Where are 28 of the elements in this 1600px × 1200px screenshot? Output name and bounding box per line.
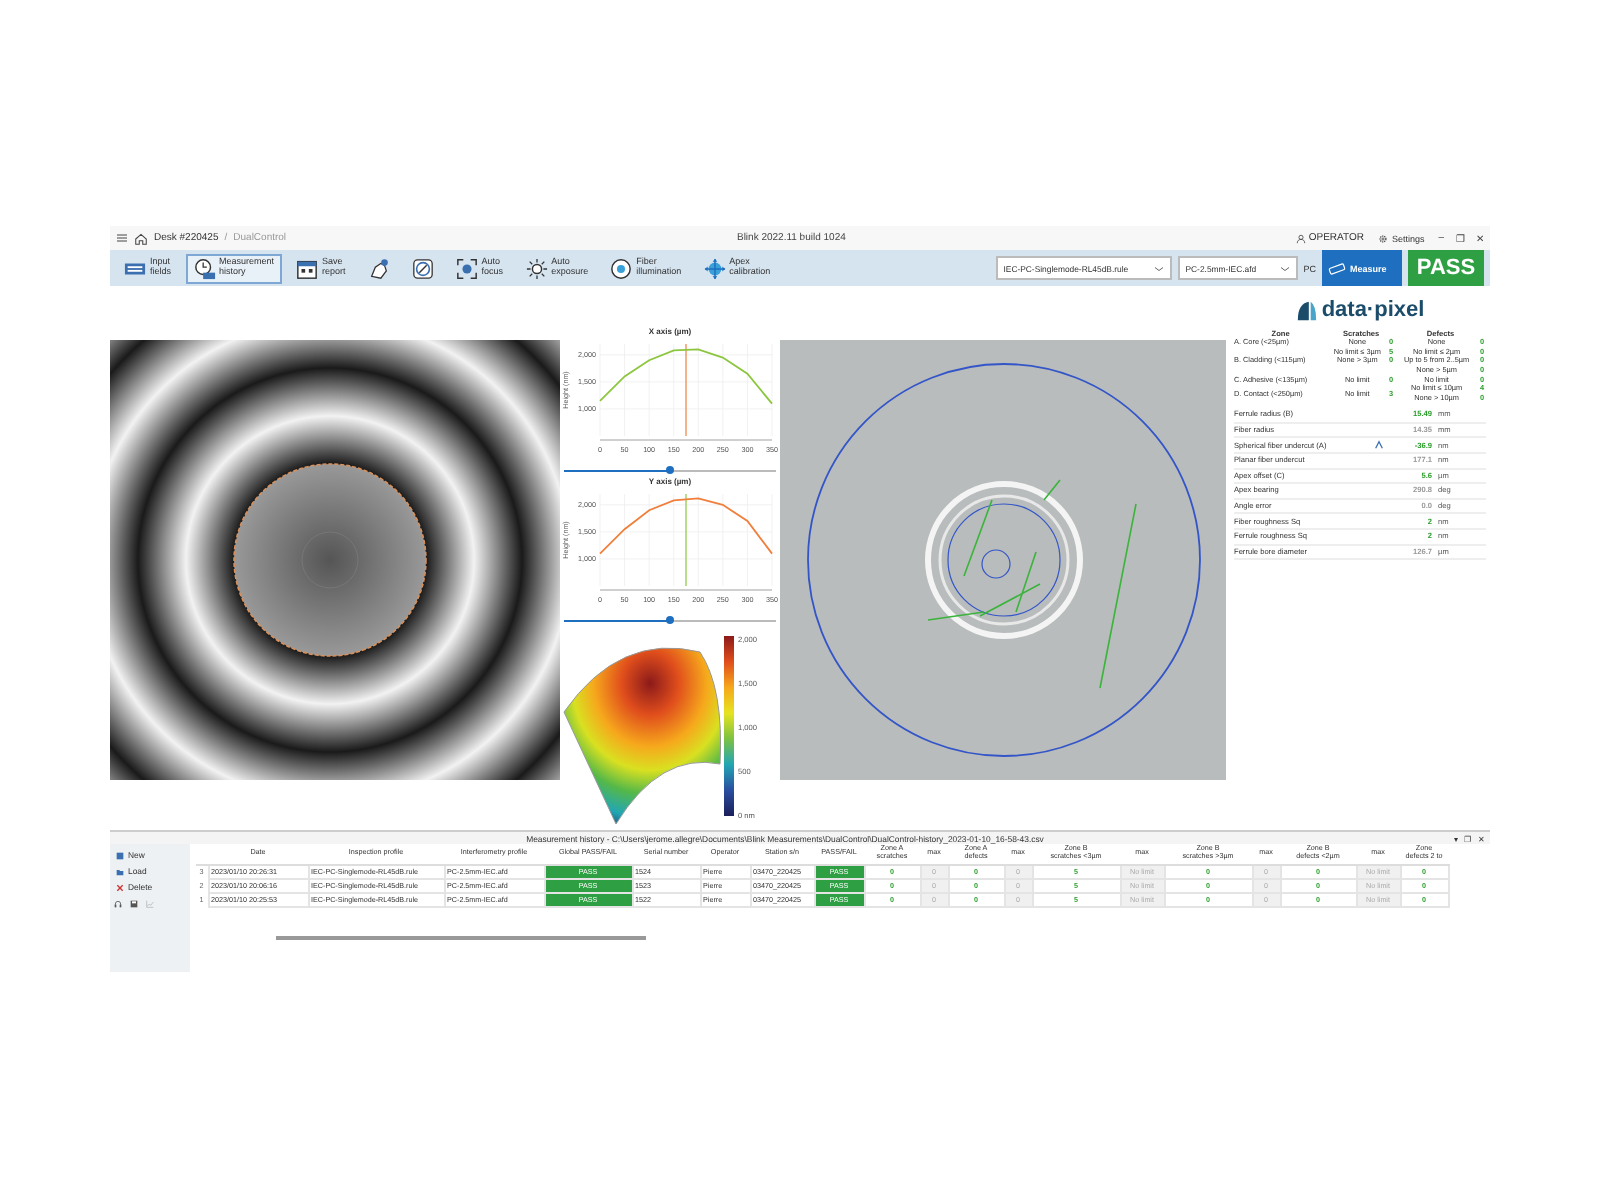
cursor-line — [685, 493, 687, 587]
logo-text: data·pixel — [1321, 298, 1425, 322]
slider[interactable] — [564, 464, 776, 476]
caret-icon — [1153, 265, 1164, 271]
caret-icon — [1279, 265, 1290, 271]
clock-icon — [193, 257, 216, 279]
document-icon — [116, 851, 124, 859]
hand-icon — [367, 257, 390, 279]
slider-thumb[interactable] — [666, 466, 674, 474]
folder-icon — [116, 867, 124, 875]
sun-icon — [525, 257, 548, 279]
home-icon[interactable] — [134, 231, 148, 245]
cursor-line — [685, 343, 687, 437]
ring-icon — [610, 257, 633, 279]
focus-icon — [455, 257, 478, 279]
cross-icon — [116, 883, 124, 891]
slider[interactable] — [564, 614, 776, 626]
result-badge: PASS — [1408, 250, 1484, 286]
calendar-icon — [296, 257, 319, 279]
slider-thumb[interactable] — [666, 616, 674, 624]
user-icon — [1296, 233, 1307, 243]
headset-icon[interactable] — [114, 900, 122, 908]
gear-icon — [1377, 233, 1388, 243]
scrollbar[interactable] — [276, 936, 646, 940]
compass-icon — [411, 257, 434, 279]
logo-icon — [1295, 299, 1318, 321]
save-icon[interactable] — [130, 900, 138, 908]
crosshair-icon — [703, 257, 726, 279]
